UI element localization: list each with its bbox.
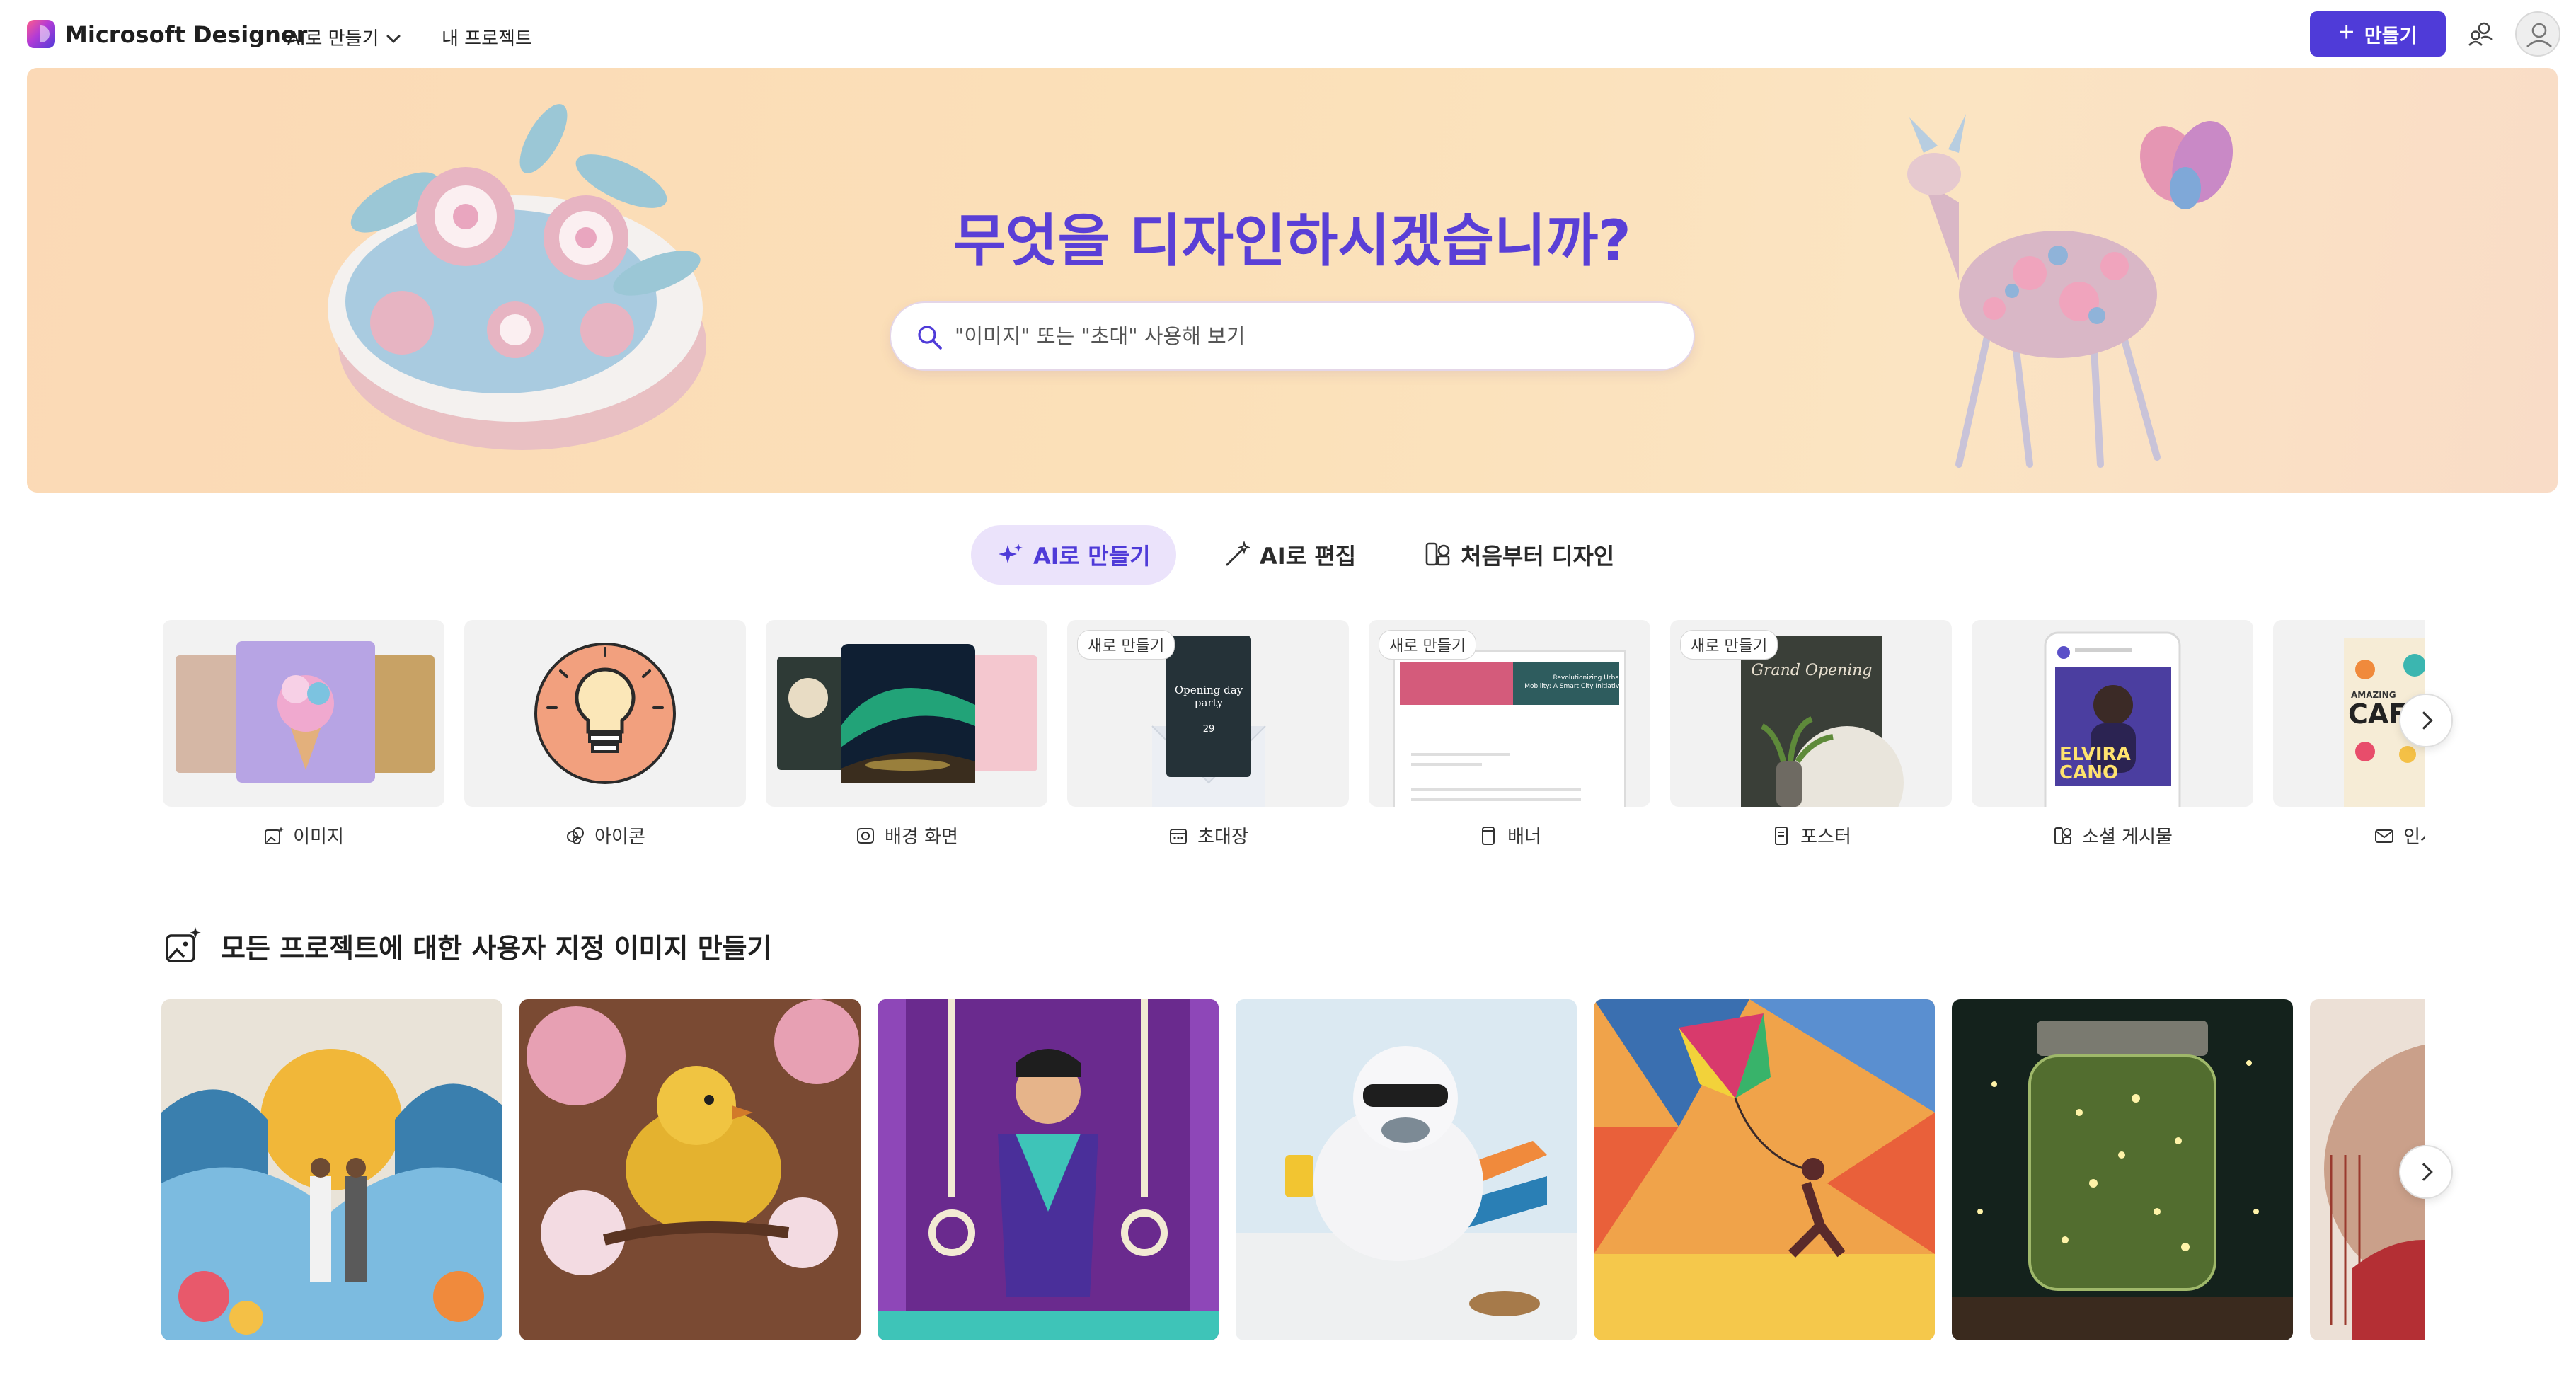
template-card-poster[interactable]: 새로 만들기 Grand Opening 포스터 (1670, 620, 1952, 858)
template-label-social-post-text: 소셜 게시물 (2082, 827, 2173, 848)
poster-title-text: Grand Opening (1751, 662, 1872, 679)
tab-ai-edit-label: AI로 편집 (1260, 543, 1357, 570)
banner-subline-text: Mobility: A Smart City Initiative (1524, 683, 1623, 690)
template-label-icon: 아이콘 (464, 822, 746, 849)
gymnast-image[interactable] (878, 999, 1219, 1340)
wallpaper-icon (857, 827, 875, 844)
template-label-wallpaper-text: 배경 화면 (885, 827, 958, 848)
poster-icon (1775, 826, 1788, 845)
invite-subtitle-text: party (1195, 696, 1224, 709)
template-card-social-post[interactable]: ELVIRA CANO 소셜 게시물 (1972, 620, 2253, 858)
new-badge: 새로 만들기 (1379, 630, 1477, 660)
create-button-label: 만들기 (2364, 25, 2417, 47)
tab-ai-create-label: AI로 만들기 (1033, 543, 1151, 570)
top-nav-bar: Microsoft Designer AI로 만들기 내 프로젝트 + 만들기 (0, 0, 2576, 68)
hawaiian-wedding-image[interactable] (161, 999, 502, 1340)
paper-flower-pond-illustration (328, 104, 706, 450)
template-label-greeting: 인사말 (2273, 822, 2425, 849)
template-thumb-wallpaper (766, 620, 1047, 807)
template-card-banner[interactable]: 새로 만들기 Revolutionizing Urban Mobility: A… (1369, 620, 1650, 858)
template-card-icon[interactable]: 아이콘 (464, 620, 746, 858)
template-card-wallpaper[interactable]: 배경 화면 (766, 620, 1047, 858)
template-card-invitation[interactable]: 새로 만들기 Opening day party 29 초대장 (1067, 620, 1349, 858)
search-icon (918, 326, 942, 350)
banner-headline-text: Revolutionizing Urban (1553, 674, 1623, 682)
paper-deer-illustration (1907, 114, 2233, 468)
image-sparkle-icon (265, 826, 284, 844)
new-badge: 새로 만들기 (1680, 630, 1778, 660)
tab-ai-create[interactable]: AI로 만들기 (971, 525, 1176, 585)
brand-name[interactable]: Microsoft Designer (65, 21, 307, 48)
template-label-poster-text: 포스터 (1800, 827, 1851, 848)
template-card-greeting[interactable]: AMAZING CAF 인사말 (2273, 620, 2425, 858)
plus-icon: + (2338, 18, 2354, 47)
template-label-banner-text: 배너 (1507, 827, 1541, 848)
tab-design-scratch-label: 처음부터 디자인 (1461, 543, 1615, 570)
hero-banner: 무엇을 디자인하시겠습니까? (27, 68, 2558, 493)
template-label-invitation: 초대장 (1067, 822, 1349, 849)
nav-ai-create-menu[interactable]: AI로 만들기 (287, 24, 401, 50)
section-title-text: 모든 프로젝트에 대한 사용자 지정 이미지 만들기 (221, 932, 772, 964)
chevron-down-icon (386, 29, 401, 43)
template-thumb-image (163, 620, 444, 807)
template-carousel-next-button[interactable] (2399, 694, 2453, 747)
design-icon (1425, 542, 1450, 566)
template-label-image: 이미지 (163, 822, 444, 849)
template-label-icon-text: 아이콘 (594, 827, 645, 848)
magic-wand-icon (1226, 541, 1251, 566)
nav-ai-create-label: AI로 만들기 (287, 28, 379, 50)
user-avatar[interactable] (2515, 11, 2560, 57)
social-name-line2: CANO (2059, 762, 2118, 783)
new-badge: 새로 만들기 (1077, 630, 1175, 660)
gallery-next-button[interactable] (2399, 1145, 2453, 1199)
chevron-right-icon (2415, 711, 2433, 730)
mail-icon (2375, 829, 2394, 843)
sparkle-icon (999, 544, 1023, 563)
chevron-right-icon (2415, 1163, 2433, 1181)
template-card-image[interactable]: 이미지 (163, 620, 444, 858)
mode-tabs: AI로 만들기 AI로 편집 처음부터 디자인 (971, 525, 1622, 585)
search-box[interactable] (890, 301, 1695, 371)
share-people-icon[interactable] (2467, 20, 2495, 48)
image-gallery (161, 999, 2425, 1343)
calendar-icon (1170, 828, 1188, 844)
image-sparkle-icon (166, 927, 201, 962)
tab-design-scratch[interactable]: 처음부터 디자인 (1424, 525, 1614, 585)
template-carousel: 이미지 아이콘 배경 화면 새로 만들기 Opening day party 2… (163, 620, 2425, 861)
template-label-social-post: 소셜 게시물 (1972, 822, 2253, 849)
person-icon (2526, 23, 2552, 47)
template-thumb-social-post: ELVIRA CANO (1972, 620, 2253, 807)
invite-title-text: Opening day (1175, 684, 1243, 696)
template-label-wallpaper: 배경 화면 (766, 822, 1047, 849)
firefly-jar-image[interactable] (1952, 999, 2293, 1340)
tab-ai-edit[interactable]: AI로 편집 (1223, 525, 1356, 585)
social-post-icon (2054, 827, 2072, 844)
template-label-image-text: 이미지 (293, 827, 344, 848)
create-button[interactable]: + 만들기 (2310, 11, 2446, 57)
template-label-poster: 포스터 (1670, 822, 1952, 849)
banner-icon (1482, 826, 1495, 845)
template-label-greeting-text: 인사말 (2403, 827, 2425, 848)
kite-runner-image[interactable] (1594, 999, 1935, 1340)
icon-shapes-icon (567, 827, 585, 844)
section-header: 모든 프로젝트에 대한 사용자 지정 이미지 만들기 (163, 926, 772, 965)
invite-date-text: 29 (1203, 724, 1215, 735)
designer-logo-icon[interactable] (27, 20, 55, 48)
template-label-invitation-text: 초대장 (1197, 827, 1248, 848)
nav-my-projects[interactable]: 내 프로젝트 (442, 24, 532, 50)
yellow-bird-image[interactable] (519, 999, 861, 1340)
greeting-big-text: CAF (2348, 698, 2407, 730)
yeti-beach-image[interactable] (1236, 999, 1577, 1340)
search-input[interactable] (955, 303, 1662, 369)
template-thumb-icon (464, 620, 746, 807)
template-label-banner: 배너 (1369, 822, 1650, 849)
